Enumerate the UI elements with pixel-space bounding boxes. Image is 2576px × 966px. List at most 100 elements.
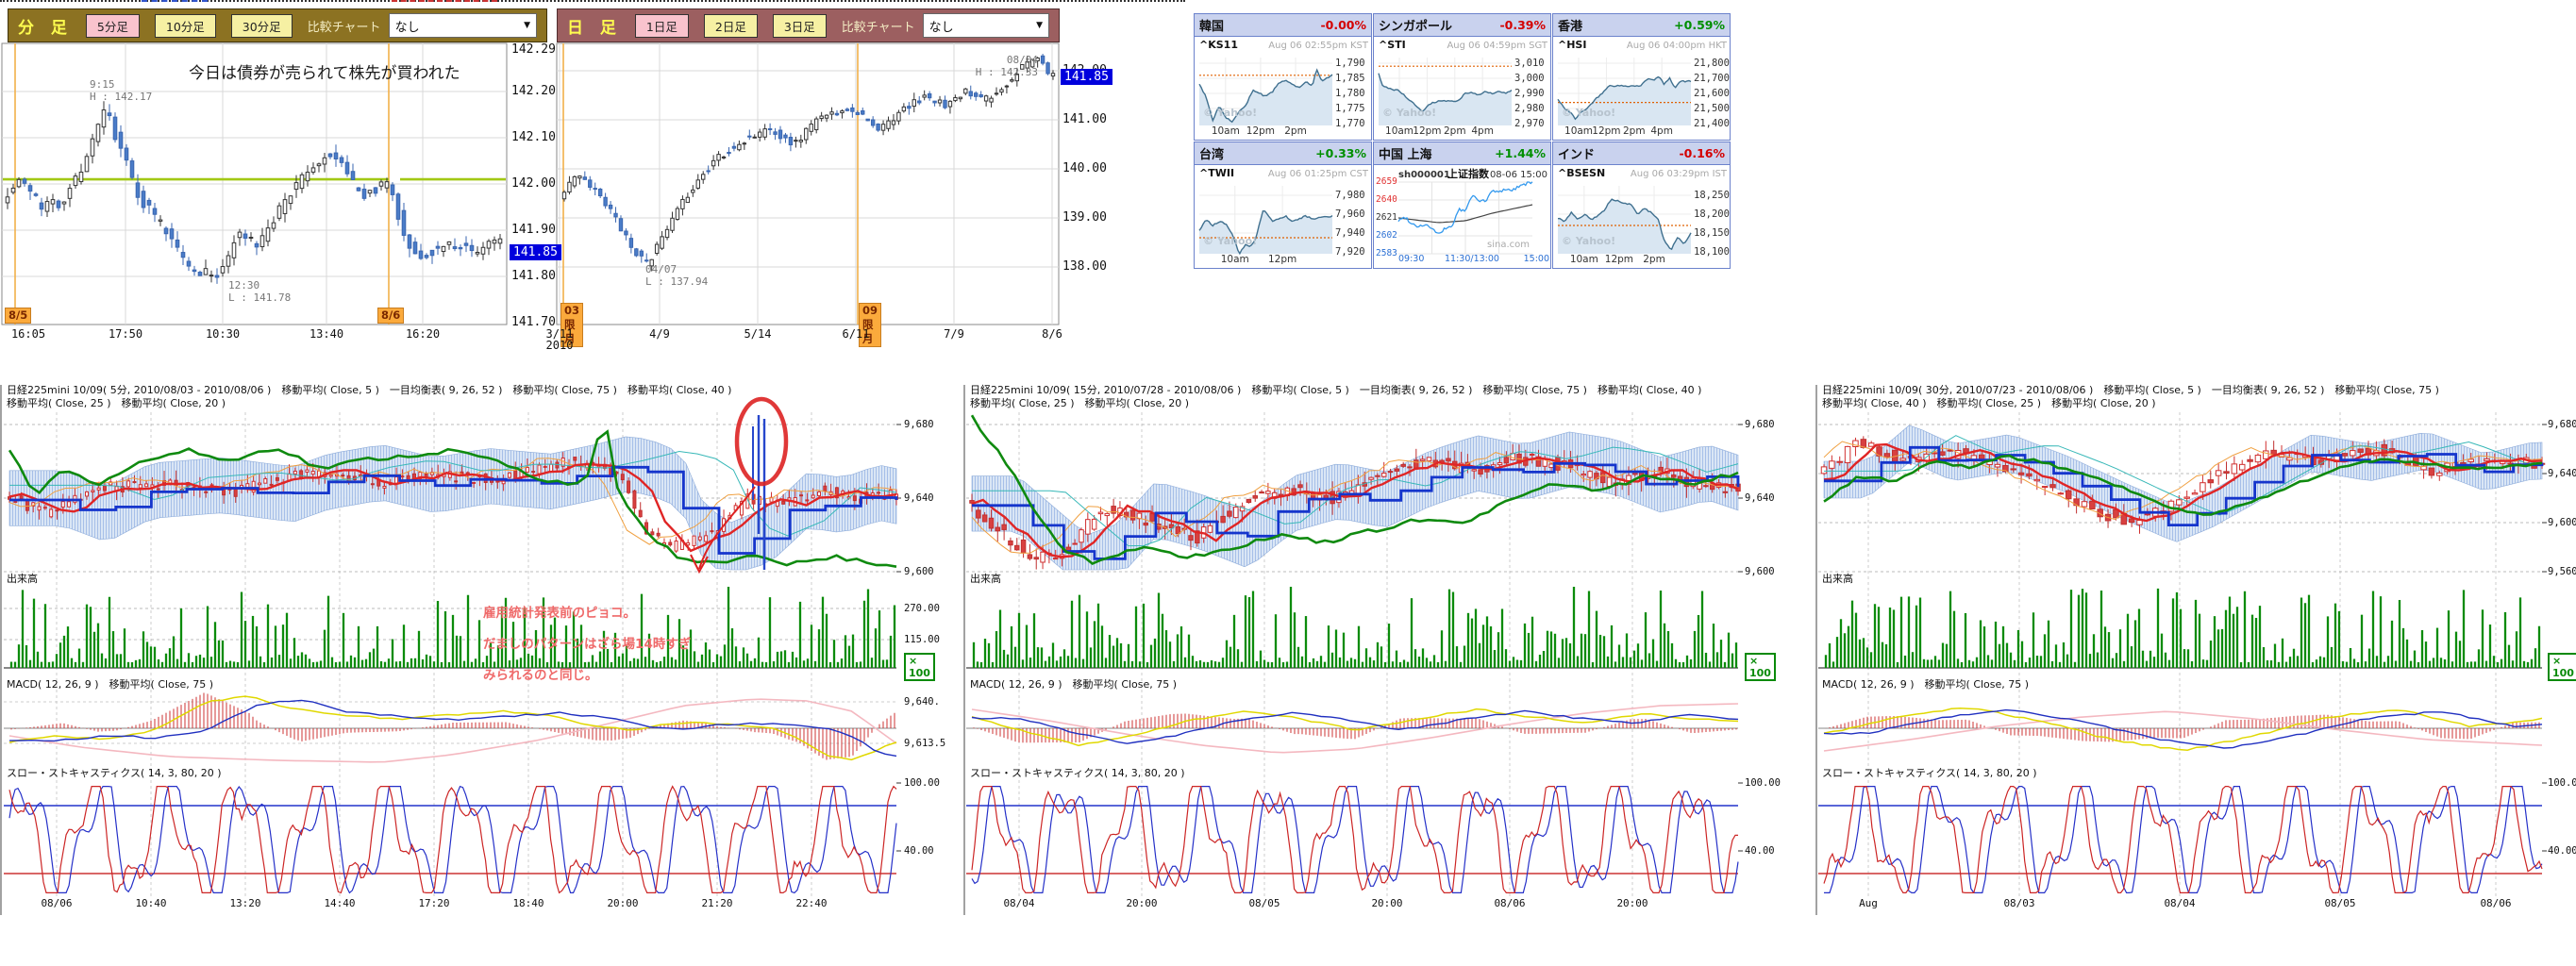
x-axis-tick: 8/6 (1029, 328, 1075, 341)
x-axis-tick: 22:40 (785, 898, 838, 910)
top-red-dash (392, 0, 497, 2)
market-card-header: 台湾+0.33% (1195, 142, 1371, 165)
market-symbol: ^HSI (1558, 40, 1586, 52)
mini-x-tick: 10am (1207, 125, 1245, 137)
compare-chart-label: 比較チャート (308, 17, 381, 35)
market-card[interactable]: 香港 +0.59% ^HSI Aug 06 04:00pm HKT © Yahoo! 21… (1552, 13, 1731, 141)
daily-chart-toolbar: 日 足 1日足2日足3日足 比較チャート なし ▼ (557, 8, 1060, 42)
macd-label: MACD( 12, 26, 9 ) 移動平均( Close, 75 ) (7, 679, 213, 691)
stoch-axis-tick: 100.00 (904, 777, 940, 789)
chevron-down-icon: ▼ (1030, 21, 1048, 30)
macd-label: MACD( 12, 26, 9 ) 移動平均( Close, 75 ) (970, 679, 1177, 691)
provider-watermark: © Yahoo! (1382, 108, 1436, 120)
x-axis-tick: 10:40 (125, 898, 177, 910)
x-axis-tick: 08/06 (2469, 898, 2522, 910)
minute-timeframe-tab[interactable]: 5分足 (86, 14, 140, 38)
bond-futures-trading-dashboard: 分 足 5分足10分足30分足 比較チャート なし ▼ 日 足 1日足2日足3日… (0, 0, 2576, 966)
market-card[interactable]: インド-0.16%^BSESNAug 06 03:29pm IST© Yahoo… (1552, 142, 1731, 269)
mini-y-tick: 18,150 (1694, 227, 1730, 239)
volume-scale-tag: × 100 (1745, 653, 1776, 681)
market-card[interactable]: 台湾+0.33%^TWIIAug 06 01:25pm CST© Yahoo!7… (1194, 142, 1372, 269)
stochastics-label: スロー・ストキャスティクス( 14, 3, 80, 20 ) (1822, 768, 2037, 780)
minute-timeframe-tab[interactable]: 30分足 (231, 14, 293, 38)
volume-scale-tag: × 100 (2548, 653, 2576, 681)
mini-y-tick: 21,500 (1694, 103, 1730, 114)
date-tag: 8/6 (377, 308, 404, 324)
compare-chart-value: なし (395, 17, 420, 35)
market-name: インド (1558, 144, 1595, 162)
y-axis-tick: 138.00 (1062, 260, 1107, 275)
y-axis-tick: 140.00 (1062, 162, 1107, 176)
price-axis-tick: 9,600 (2548, 517, 2576, 528)
mini-y-tick: 3,000 (1514, 73, 1545, 84)
price-axis-tick: 9,640 (1745, 492, 1775, 504)
mini-y-tick: 2640 (1376, 195, 1397, 206)
compare-chart-select[interactable]: なし ▼ (923, 13, 1049, 38)
x-axis-tick: 08/06 (30, 898, 83, 910)
market-name: 韓国 (1199, 16, 1224, 34)
market-timestamp: Aug 06 04:00pm HKT (1606, 41, 1727, 52)
provider-watermark: © Yahoo! (1203, 236, 1257, 248)
y-axis-tick: 139.00 (1062, 211, 1107, 225)
market-change-badge: +0.59% (1674, 18, 1725, 32)
market-change-badge: -0.16% (1679, 146, 1725, 160)
y-axis-tick: 142.00 (511, 177, 556, 192)
intraday-panel-chart (964, 385, 1743, 915)
mini-y-tick: 21,600 (1694, 88, 1730, 99)
intraday-panel-chart (1, 385, 901, 915)
mini-y-tick: 2621 (1376, 213, 1397, 224)
x-axis-tick: 6/11 (833, 328, 878, 341)
compare-chart-value: なし (929, 17, 954, 35)
market-change-badge: -0.39% (1499, 18, 1546, 32)
daily-timeframe-tab[interactable]: 1日足 (635, 14, 689, 38)
volume-axis-tick: 270.00 (904, 603, 940, 614)
daily-timeframe-tab[interactable]: 2日足 (704, 14, 758, 38)
x-axis-tick: 13:40 (304, 328, 349, 341)
price-axis-tick: 9,600 (904, 566, 934, 577)
x-axis-tick: 17:50 (103, 328, 148, 341)
x-axis-tick: 13:20 (219, 898, 272, 910)
price-axis-tick: 9,600 (1745, 566, 1775, 577)
market-change-badge: -0.00% (1320, 18, 1366, 32)
low-marker: 12:30 L : 141.78 (228, 280, 291, 304)
market-card[interactable]: シンガポール-0.39%^STIAug 06 04:59pm SGT© Yaho… (1373, 13, 1551, 141)
current-price-tag: 141.85 (510, 244, 561, 260)
x-axis-tick: 08/04 (2153, 898, 2206, 910)
market-name: 香港 (1558, 16, 1582, 34)
minute-chart-annotation: 今日は債券が売られて株先が買われた (189, 65, 460, 84)
mini-x-tick: 2pm (1277, 125, 1314, 137)
market-change-badge: +0.33% (1315, 146, 1366, 160)
minute-timeframe-tab[interactable]: 10分足 (155, 14, 216, 38)
market-card-header: シンガポール -0.39% (1374, 14, 1550, 37)
market-card[interactable]: 韓国-0.00%^KS11Aug 06 02:55pm KST© Yahoo!1… (1194, 13, 1372, 141)
mini-y-tick: 2583 (1376, 249, 1397, 259)
provider-watermark: © Yahoo! (1562, 108, 1615, 120)
mini-y-tick: 2,980 (1514, 103, 1545, 114)
daily-timeframe-tab[interactable]: 3日足 (773, 14, 827, 38)
market-timestamp: 08-06 15:00 (1485, 170, 1547, 181)
date-tag: 8/5 (5, 308, 31, 324)
x-axis-tick: 08/06 (1483, 898, 1536, 910)
market-card[interactable]: 中国 上海+1.44%sh000001上证指数08-06 15:00265926… (1373, 142, 1551, 269)
x-axis-tick: 08/05 (2314, 898, 2367, 910)
price-axis-tick: 9,640 (904, 492, 934, 504)
x-axis-tick: 08/05 (1238, 898, 1291, 910)
stoch-axis-tick: 40.00 (2548, 845, 2576, 857)
market-symbol: ^TWII (1199, 168, 1234, 180)
provider-watermark: sina.com (1487, 240, 1530, 251)
market-card-header: インド -0.16% (1553, 142, 1730, 165)
market-name: シンガポール (1379, 16, 1452, 34)
chevron-down-icon: ▼ (518, 21, 536, 30)
hand-annotation-text: みられるのと同じ。 (483, 669, 598, 684)
volume-label: 出来高 (7, 574, 38, 586)
panel-title-line2: 移動平均( Close, 25 ) 移動平均( Close, 20 ) (7, 398, 226, 410)
price-axis-tick: 9,560 (2548, 566, 2576, 577)
compare-chart-select[interactable]: なし ▼ (389, 13, 537, 38)
panel-title-line1: 日経225mini 10/09( 30分, 2010/07/23 - 2010/… (1822, 385, 2439, 397)
mini-y-tick: 7,980 (1335, 190, 1365, 201)
volume-label: 出来高 (970, 574, 1001, 586)
panel-title-line2: 移動平均( Close, 25 ) 移動平均( Close, 20 ) (970, 398, 1189, 410)
mini-y-tick: 1,785 (1335, 73, 1365, 84)
x-axis-year: 2010 (537, 340, 582, 353)
x-axis-tick: Aug (1842, 898, 1895, 910)
